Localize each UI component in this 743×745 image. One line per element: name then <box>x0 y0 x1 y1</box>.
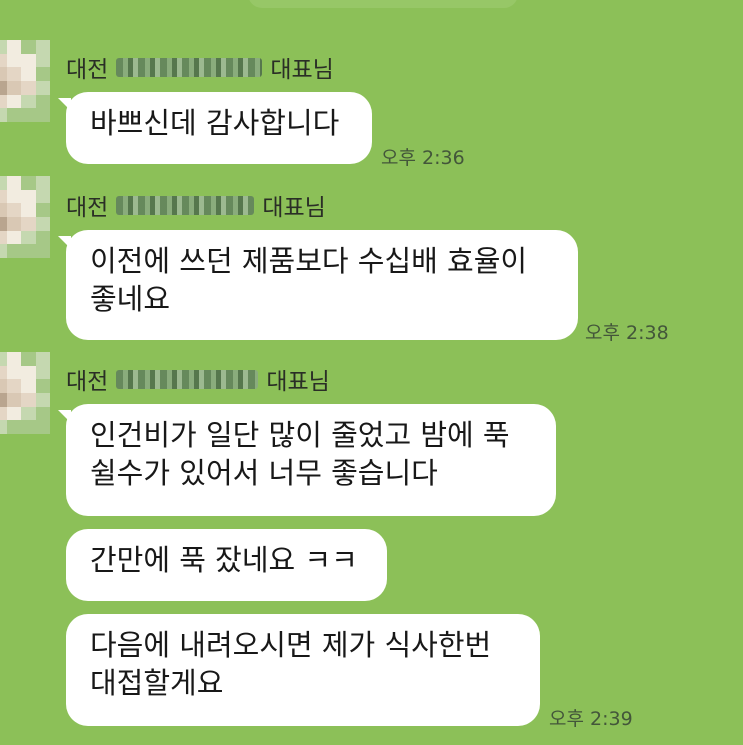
sender-name-prefix: 대전 <box>66 369 109 395</box>
message-bubble[interactable]: 인건비가 일단 많이 줄었고 밤에 푹 쉴수가 있어서 너무 좋습니다 <box>66 404 556 516</box>
message-timestamp: 오후 2:39 <box>549 708 633 730</box>
sender-name-prefix: 대전 <box>66 57 109 83</box>
sender-name: 대전 대표님 <box>66 364 330 395</box>
message-bubble[interactable]: 간만에 푹 잤네요 ㅋㅋ <box>66 529 387 601</box>
sender-avatar[interactable] <box>0 352 50 434</box>
sender-avatar[interactable] <box>0 40 50 122</box>
sender-name-prefix: 대전 <box>66 195 109 221</box>
message-bubble[interactable]: 바쁘신데 감사합니다 <box>66 92 372 164</box>
sender-name: 대전 대표님 <box>66 52 334 83</box>
sender-name-suffix: 대표님 <box>270 57 334 83</box>
date-divider-pill <box>248 0 518 8</box>
sender-name-suffix: 대표님 <box>266 369 330 395</box>
message-timestamp: 오후 2:38 <box>585 322 669 344</box>
message-bubble[interactable]: 이전에 쓰던 제품보다 수십배 효율이 좋네요 <box>66 230 578 340</box>
blurred-name-redaction <box>116 369 259 389</box>
message-timestamp: 오후 2:36 <box>381 147 465 169</box>
blurred-name-redaction <box>116 195 255 215</box>
message-bubble[interactable]: 다음에 내려오시면 제가 식사한번 대접할게요 <box>66 614 540 726</box>
sender-name-suffix: 대표님 <box>262 195 326 221</box>
sender-avatar[interactable] <box>0 176 50 258</box>
blurred-name-redaction <box>116 57 263 77</box>
sender-name: 대전 대표님 <box>66 190 326 221</box>
